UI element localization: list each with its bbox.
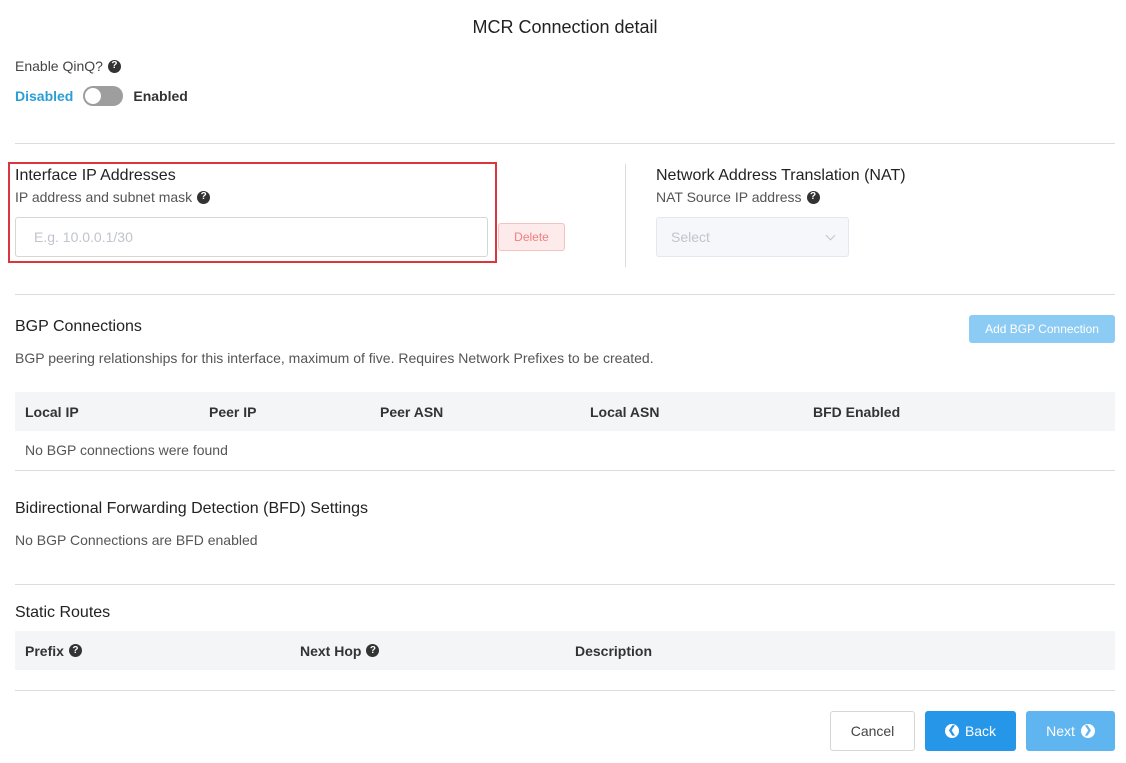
divider bbox=[15, 584, 1115, 585]
help-icon[interactable]: ? bbox=[197, 190, 211, 204]
divider bbox=[15, 294, 1115, 295]
bgp-heading: BGP Connections bbox=[15, 318, 142, 335]
col-prefix[interactable]: Prefix ? bbox=[25, 631, 82, 670]
select-placeholder: Select bbox=[671, 229, 710, 245]
next-button-label: Next bbox=[1046, 723, 1075, 739]
bfd-empty-text: No BGP Connections are BFD enabled bbox=[15, 532, 258, 548]
chevron-down-icon bbox=[825, 230, 836, 240]
toggle-on-label: Enabled bbox=[133, 88, 188, 104]
divider bbox=[15, 143, 1115, 144]
col-description[interactable]: Description bbox=[575, 631, 652, 670]
toggle-off-label: Disabled bbox=[15, 88, 74, 104]
qinq-toggle-row: Disabled Enabled bbox=[15, 86, 188, 106]
col-prefix-label: Prefix bbox=[25, 642, 64, 659]
col-local-ip[interactable]: Local IP bbox=[25, 392, 79, 431]
vertical-divider bbox=[625, 164, 626, 267]
back-button[interactable]: ❮ Back bbox=[925, 711, 1016, 751]
bfd-heading: Bidirectional Forwarding Detection (BFD)… bbox=[15, 500, 369, 517]
static-routes-table-header: Prefix ? Next Hop ? Description bbox=[15, 631, 1115, 670]
help-icon[interactable]: ? bbox=[806, 190, 820, 204]
nat-heading: Network Address Translation (NAT) bbox=[656, 167, 906, 184]
help-icon[interactable]: ? bbox=[68, 644, 82, 657]
bgp-description: BGP peering relationships for this inter… bbox=[15, 350, 654, 366]
col-peer-asn[interactable]: Peer ASN bbox=[380, 392, 443, 431]
divider bbox=[15, 470, 1115, 471]
back-button-label: Back bbox=[964, 723, 997, 739]
cancel-button[interactable]: Cancel bbox=[830, 711, 915, 751]
nat-sublabel-row: NAT Source IP address ? bbox=[656, 189, 820, 205]
page-title: MCR Connection detail bbox=[472, 17, 658, 37]
col-local-asn[interactable]: Local ASN bbox=[590, 392, 660, 431]
interface-sublabel: IP address and subnet mask bbox=[15, 189, 193, 205]
add-bgp-connection-button[interactable]: Add BGP Connection bbox=[969, 315, 1115, 343]
static-routes-heading: Static Routes bbox=[15, 604, 111, 621]
interface-heading: Interface IP Addresses bbox=[15, 167, 176, 184]
interface-sublabel-row: IP address and subnet mask ? bbox=[15, 189, 211, 205]
bgp-empty-row: No BGP connections were found bbox=[25, 442, 228, 458]
qinq-label-row: Enable QinQ? ? bbox=[15, 58, 121, 74]
qinq-toggle[interactable] bbox=[83, 86, 124, 106]
col-bfd-enabled[interactable]: BFD Enabled bbox=[813, 392, 900, 431]
delete-button[interactable]: Delete bbox=[498, 223, 565, 251]
ip-address-input[interactable] bbox=[15, 217, 488, 257]
help-icon[interactable]: ? bbox=[107, 59, 121, 73]
arrow-circle-left-icon: ❮ bbox=[944, 724, 959, 738]
col-peer-ip[interactable]: Peer IP bbox=[209, 392, 256, 431]
toggle-knob bbox=[85, 88, 102, 104]
nat-sublabel: NAT Source IP address bbox=[656, 189, 802, 205]
nat-source-select[interactable]: Select bbox=[656, 217, 849, 257]
next-button[interactable]: Next ❯ bbox=[1026, 711, 1115, 751]
col-next-hop-label: Next Hop bbox=[300, 642, 362, 659]
divider bbox=[15, 690, 1115, 691]
help-icon[interactable]: ? bbox=[366, 644, 380, 657]
arrow-circle-right-icon: ❯ bbox=[1080, 724, 1095, 738]
qinq-label: Enable QinQ? bbox=[15, 58, 103, 74]
bgp-table-header: Local IP Peer IP Peer ASN Local ASN BFD … bbox=[15, 392, 1115, 431]
col-next-hop[interactable]: Next Hop ? bbox=[300, 631, 380, 670]
